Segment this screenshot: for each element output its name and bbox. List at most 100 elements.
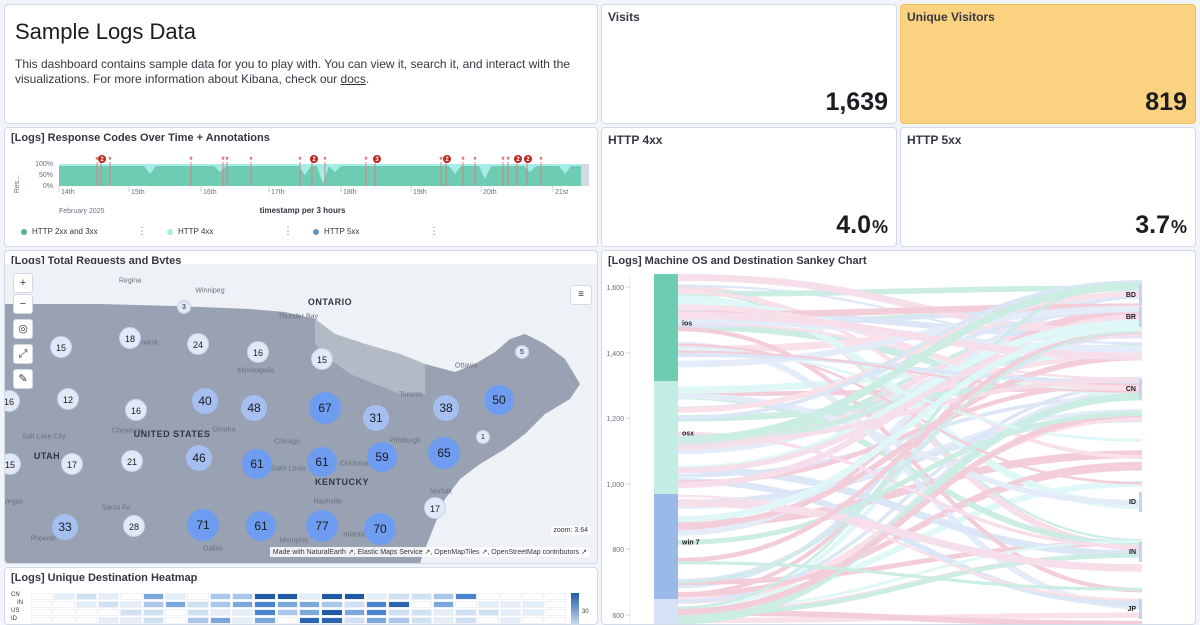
map-cluster[interactable]: 15 <box>50 336 72 358</box>
map-cluster[interactable]: 38 <box>433 395 459 421</box>
expand-icon[interactable]: ⤢ <box>13 344 33 364</box>
heatmap-cell[interactable] <box>120 601 142 608</box>
heatmap-cell[interactable] <box>321 593 343 600</box>
heatmap-cell[interactable] <box>142 593 164 600</box>
heatmap-cell[interactable] <box>232 601 254 608</box>
map-cluster[interactable]: 59 <box>367 442 397 472</box>
heatmap-cell[interactable] <box>366 593 388 600</box>
heatmap-cell[interactable] <box>98 617 120 624</box>
heatmap-cell[interactable] <box>75 593 97 600</box>
heatmap-cell[interactable] <box>388 609 410 616</box>
heatmap-cell[interactable] <box>522 617 544 624</box>
heatmap-cell[interactable] <box>120 593 142 600</box>
map-cluster[interactable]: 18 <box>119 327 141 349</box>
heatmap-cell[interactable] <box>187 593 209 600</box>
heatmap-cell[interactable] <box>455 601 477 608</box>
heatmap-cell[interactable] <box>187 609 209 616</box>
heatmap-cell[interactable] <box>321 617 343 624</box>
heatmap-cell[interactable] <box>142 601 164 608</box>
heatmap-cell[interactable] <box>388 601 410 608</box>
heatmap-cell[interactable] <box>98 601 120 608</box>
heatmap-cell[interactable] <box>232 617 254 624</box>
heatmap-grid[interactable] <box>31 593 567 624</box>
heatmap-cell[interactable] <box>366 617 388 624</box>
map-cluster[interactable]: 3 <box>177 300 191 314</box>
map-cluster[interactable]: 48 <box>241 395 267 421</box>
heatmap-cell[interactable] <box>276 609 298 616</box>
heatmap-cell[interactable] <box>388 617 410 624</box>
heatmap-cell[interactable] <box>165 609 187 616</box>
heatmap-cell[interactable] <box>254 609 276 616</box>
heatmap-cell[interactable] <box>75 617 97 624</box>
heatmap-cell[interactable] <box>455 617 477 624</box>
heatmap-cell[interactable] <box>276 601 298 608</box>
map-cluster[interactable]: 40 <box>192 388 218 414</box>
heatmap-cell[interactable] <box>544 593 566 600</box>
map-cluster[interactable]: 17 <box>424 497 446 519</box>
map-cluster[interactable]: 12 <box>57 388 79 410</box>
heatmap-cell[interactable] <box>544 617 566 624</box>
map-cluster[interactable]: 1 <box>476 430 490 444</box>
heatmap-cell[interactable] <box>500 601 522 608</box>
heatmap-cell[interactable] <box>165 601 187 608</box>
heatmap-cell[interactable] <box>477 617 499 624</box>
heatmap-cell[interactable] <box>500 617 522 624</box>
heatmap-cell[interactable] <box>254 617 276 624</box>
map-cluster[interactable]: 61 <box>246 511 276 541</box>
map-cluster[interactable]: 61 <box>242 449 272 479</box>
heatmap-cell[interactable] <box>343 609 365 616</box>
heatmap-cell[interactable] <box>500 593 522 600</box>
heatmap-cell[interactable] <box>31 593 53 600</box>
map-cluster[interactable]: 16 <box>125 399 147 421</box>
sankey-chart[interactable]: 1,600 1,400 1,200 1,000 800 600 ios osx win 7 BD B… <box>602 269 1196 624</box>
legend-menu-icon-4xx[interactable]: ⋮ <box>283 226 293 237</box>
heatmap-cell[interactable] <box>187 617 209 624</box>
heatmap-cell[interactable] <box>98 593 120 600</box>
heatmap-cell[interactable] <box>53 601 75 608</box>
heatmap-cell[interactable] <box>75 601 97 608</box>
map-cluster[interactable]: 46 <box>186 445 212 471</box>
heatmap-cell[interactable] <box>209 593 231 600</box>
heatmap-cell[interactable] <box>455 609 477 616</box>
heatmap-cell[interactable] <box>321 601 343 608</box>
map-cluster[interactable]: 28 <box>123 515 145 537</box>
zoom-in-button[interactable]: + <box>13 273 33 293</box>
legend-item-4xx[interactable]: HTTP 4xx <box>167 227 213 236</box>
map-cluster[interactable]: 77 <box>306 510 338 542</box>
map-cluster[interactable]: 71 <box>187 509 219 541</box>
heatmap-cell[interactable] <box>343 601 365 608</box>
map-cluster[interactable]: 5 <box>515 345 529 359</box>
heatmap-cell[interactable] <box>299 593 321 600</box>
map-cluster[interactable]: 21 <box>121 450 143 472</box>
heatmap-cell[interactable] <box>544 609 566 616</box>
heatmap-cell[interactable] <box>522 593 544 600</box>
heatmap-cell[interactable] <box>410 617 432 624</box>
heatmap-cell[interactable] <box>299 617 321 624</box>
heatmap-cell[interactable] <box>165 593 187 600</box>
heatmap-cell[interactable] <box>410 609 432 616</box>
heatmap-cell[interactable] <box>53 617 75 624</box>
draw-tool-icon[interactable]: ✎ <box>13 369 33 389</box>
heatmap-cell[interactable] <box>433 601 455 608</box>
map-cluster[interactable]: 67 <box>309 392 341 424</box>
heatmap-cell[interactable] <box>31 617 53 624</box>
map-canvas[interactable]: Regina Winnipeg ONTARIO Thunder Bay Bismarck… <box>5 264 597 563</box>
heatmap-cell[interactable] <box>410 593 432 600</box>
heatmap-cell[interactable] <box>232 593 254 600</box>
legend-menu-icon-5xx[interactable]: ⋮ <box>429 226 439 237</box>
heatmap-cell[interactable] <box>477 601 499 608</box>
heatmap-cell[interactable] <box>187 601 209 608</box>
heatmap-cell[interactable] <box>477 593 499 600</box>
zoom-out-button[interactable]: − <box>13 294 33 314</box>
heatmap-cell[interactable] <box>53 593 75 600</box>
heatmap-cell[interactable] <box>31 601 53 608</box>
heatmap-cell[interactable] <box>522 601 544 608</box>
heatmap-cell[interactable] <box>209 609 231 616</box>
heatmap-cell[interactable] <box>343 593 365 600</box>
map-cluster[interactable]: 50 <box>484 385 514 415</box>
map-cluster[interactable]: 16 <box>247 341 269 363</box>
map-cluster[interactable]: 65 <box>428 437 460 469</box>
heatmap-cell[interactable] <box>254 601 276 608</box>
heatmap-cell[interactable] <box>455 593 477 600</box>
map-cluster[interactable]: 15 <box>311 348 333 370</box>
